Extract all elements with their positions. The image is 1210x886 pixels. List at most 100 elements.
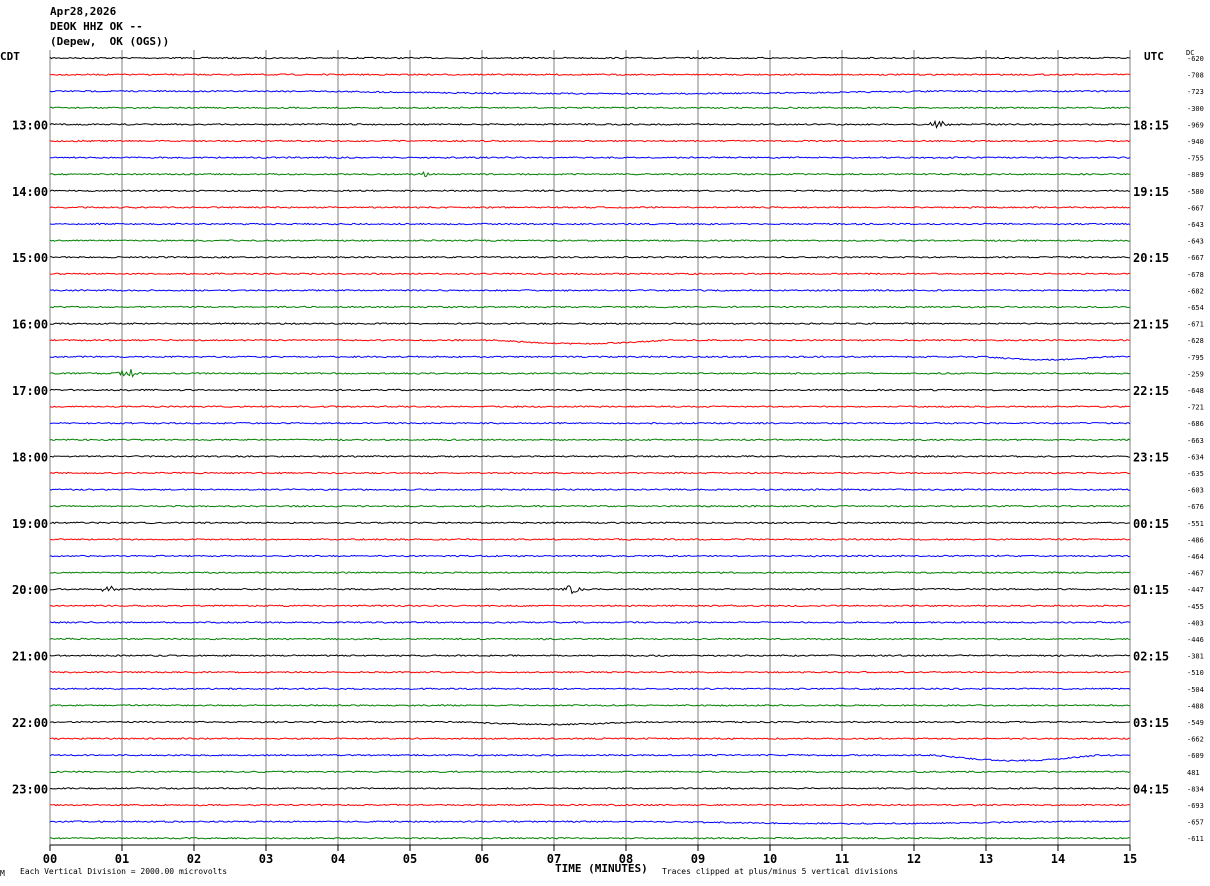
seismic-trace-17 bbox=[49, 338, 1131, 345]
vertical-division-note: Each Vertical Division = 2000.00 microvo… bbox=[20, 867, 228, 876]
dc-offset-label: -603 bbox=[1187, 487, 1204, 495]
dc-offset-label: -678 bbox=[1187, 271, 1204, 279]
dc-offset-label: -486 bbox=[1187, 536, 1204, 544]
seismic-trace-0 bbox=[49, 56, 1131, 60]
dc-offset-label: -889 bbox=[1187, 171, 1204, 179]
dc-offset-label: -549 bbox=[1187, 719, 1204, 727]
seismic-trace-36 bbox=[49, 654, 1131, 657]
seismic-trace-44 bbox=[49, 787, 1131, 790]
dc-offset-label: -654 bbox=[1187, 304, 1204, 312]
right-hour-label: 19:15 bbox=[1133, 185, 1169, 199]
dc-offset-label: -611 bbox=[1187, 835, 1204, 843]
x-tick-label: 15 bbox=[1123, 852, 1137, 866]
dc-offset-label: -667 bbox=[1187, 254, 1204, 262]
seismic-trace-35 bbox=[49, 637, 1131, 641]
right-hour-label: 18:15 bbox=[1133, 118, 1169, 132]
dc-offset-label: -676 bbox=[1187, 503, 1204, 511]
seismic-trace-6 bbox=[49, 156, 1131, 159]
seismic-trace-46 bbox=[49, 820, 1131, 825]
seismic-trace-28 bbox=[49, 521, 1130, 525]
seismic-trace-34 bbox=[49, 621, 1131, 624]
seismic-trace-20 bbox=[49, 388, 1131, 392]
seismic-trace-3 bbox=[49, 106, 1130, 110]
seismic-trace-5 bbox=[49, 139, 1131, 143]
seismic-trace-37 bbox=[49, 670, 1131, 674]
left-hour-label: 20:00 bbox=[12, 583, 48, 597]
dc-offset-label: -940 bbox=[1187, 138, 1204, 146]
left-hour-label: 14:00 bbox=[12, 185, 48, 199]
seismic-trace-1 bbox=[49, 73, 1131, 76]
seismic-trace-33 bbox=[49, 604, 1131, 608]
seismic-trace-43 bbox=[49, 770, 1131, 774]
record-date: Apr28,2026 bbox=[50, 5, 117, 18]
right-hour-label: 20:15 bbox=[1133, 251, 1169, 265]
dc-offset-label: -580 bbox=[1187, 188, 1204, 196]
seismic-trace-14 bbox=[49, 289, 1131, 292]
seismic-trace-39 bbox=[50, 704, 1131, 707]
seismic-trace-7 bbox=[49, 170, 1130, 178]
left-hour-label: 15:00 bbox=[12, 251, 48, 265]
x-tick-label: 03 bbox=[259, 852, 273, 866]
right-timezone-label: UTC bbox=[1144, 50, 1164, 63]
seismic-trace-29 bbox=[49, 538, 1131, 541]
seismic-trace-26 bbox=[49, 488, 1131, 491]
seismic-trace-21 bbox=[49, 405, 1131, 408]
dc-offset-label: -467 bbox=[1187, 570, 1204, 578]
dc-offset-label: -504 bbox=[1187, 686, 1204, 694]
corner-mark: M bbox=[0, 869, 5, 878]
seismic-trace-27 bbox=[49, 504, 1131, 508]
dc-offset-label: 481 bbox=[1187, 769, 1200, 777]
x-tick-label: 13 bbox=[979, 852, 993, 866]
x-tick-label: 09 bbox=[691, 852, 705, 866]
left-timezone-label: CDT bbox=[0, 50, 20, 63]
seismic-trace-41 bbox=[49, 737, 1131, 740]
seismic-trace-40 bbox=[49, 720, 1131, 726]
dc-offset-label: -708 bbox=[1187, 72, 1204, 80]
dc-offset-label: -723 bbox=[1187, 88, 1204, 96]
dc-offset-label: -403 bbox=[1187, 619, 1204, 627]
seismic-trace-38 bbox=[49, 687, 1131, 691]
dc-offset-label: -834 bbox=[1187, 785, 1204, 793]
right-hour-label: 21:15 bbox=[1133, 318, 1169, 332]
station-location: (Depew, OK (OGS)) bbox=[50, 35, 170, 48]
dc-offset-label: -510 bbox=[1187, 669, 1204, 677]
seismic-trace-24 bbox=[50, 455, 1131, 458]
vertical-gridlines bbox=[49, 50, 1131, 845]
seismic-trace-2 bbox=[49, 89, 1131, 95]
station-code: DEOK HHZ OK -- bbox=[50, 20, 143, 33]
dc-offset-label: -648 bbox=[1187, 387, 1204, 395]
seismic-trace-12 bbox=[49, 255, 1130, 259]
x-tick-label: 12 bbox=[907, 852, 921, 866]
right-hour-label: 03:15 bbox=[1133, 716, 1169, 730]
x-tick-label: 06 bbox=[475, 852, 489, 866]
seismic-trace-42 bbox=[49, 753, 1130, 762]
left-hour-label: 17:00 bbox=[12, 384, 48, 398]
seismic-trace-15 bbox=[49, 305, 1130, 309]
dc-offset-label: -755 bbox=[1187, 155, 1204, 163]
left-hour-label: 23:00 bbox=[12, 782, 48, 796]
x-tick-label: 10 bbox=[763, 852, 777, 866]
x-tick-label: 05 bbox=[403, 852, 417, 866]
seismic-trace-23 bbox=[49, 438, 1131, 442]
left-hour-label: 19:00 bbox=[12, 517, 48, 531]
dc-offset-label: -682 bbox=[1187, 287, 1204, 295]
dc-offset-label: -300 bbox=[1187, 105, 1204, 113]
seismic-trace-9 bbox=[49, 206, 1131, 209]
dc-offset-label: -657 bbox=[1187, 819, 1204, 827]
x-tick-label: 00 bbox=[43, 852, 57, 866]
left-hour-label: 16:00 bbox=[12, 318, 48, 332]
x-tick-label: 02 bbox=[187, 852, 201, 866]
x-tick-label: 04 bbox=[331, 852, 345, 866]
dc-label: DC bbox=[1186, 49, 1195, 57]
dc-offset-label: -693 bbox=[1187, 802, 1204, 810]
dc-offset-label: -551 bbox=[1187, 520, 1204, 528]
left-hour-label: 22:00 bbox=[12, 716, 48, 730]
x-tick-label: 14 bbox=[1051, 852, 1065, 866]
dc-offset-label: -488 bbox=[1187, 702, 1204, 710]
x-axis-label: TIME (MINUTES) bbox=[555, 862, 648, 875]
dc-offset-label: -446 bbox=[1187, 636, 1204, 644]
left-hour-label: 13:00 bbox=[12, 118, 48, 132]
x-tick-label: 11 bbox=[835, 852, 849, 866]
seismic-traces: -620-708-723-300-969-940-755-889-580-667… bbox=[12, 55, 1204, 843]
dc-offset-label: -969 bbox=[1187, 121, 1204, 129]
